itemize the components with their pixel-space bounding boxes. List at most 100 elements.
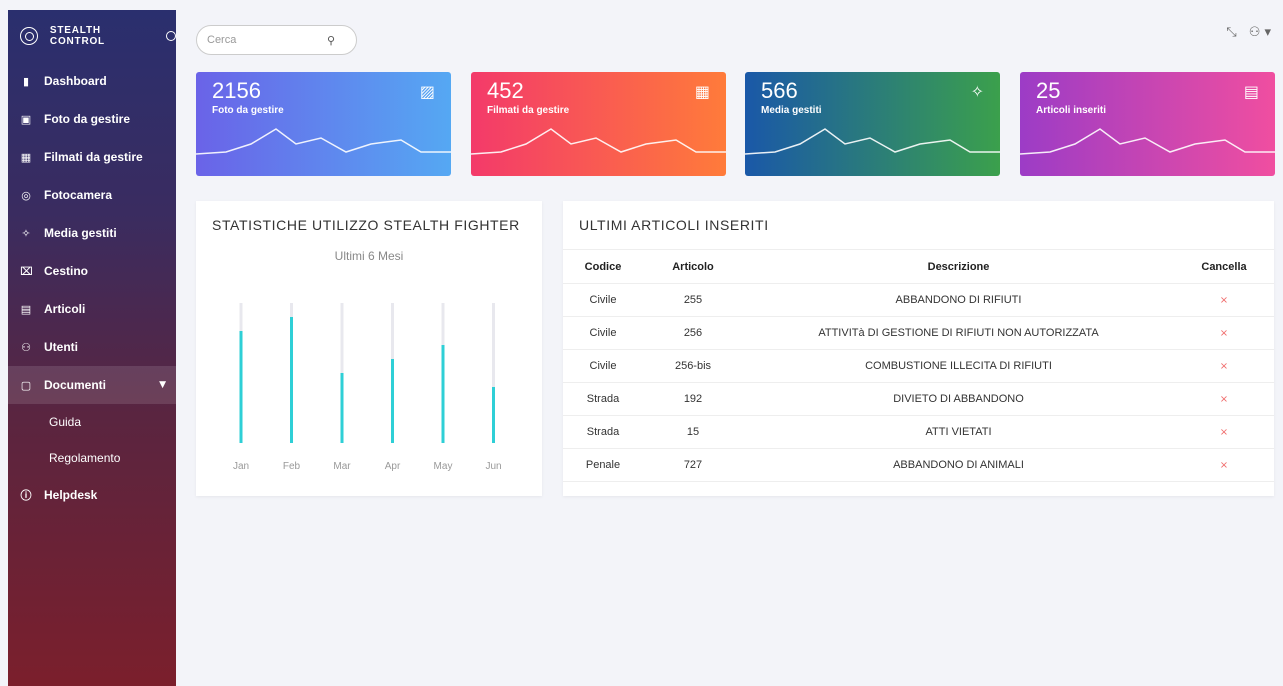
table-row[interactable]: Civile 255 ABBANDONO DI RIFIUTI × xyxy=(563,283,1274,317)
brand-logo-icon xyxy=(20,27,38,45)
wand-icon: ✧ xyxy=(970,82,984,101)
sidebar: STEALTH CONTROL ▮ Dashboard ▣ Foto da ge… xyxy=(8,10,176,686)
sidebar-item-label: Helpdesk xyxy=(44,488,98,502)
sidebar-item-foto[interactable]: ▣ Foto da gestire xyxy=(8,100,176,138)
table-row[interactable]: Strada 192 DIVIETO DI ABBANDONO × xyxy=(563,382,1274,416)
sparkline xyxy=(745,128,1000,155)
search-input[interactable] xyxy=(197,34,327,46)
table-row[interactable]: Penale 727 ABBANDONO DI ANIMALI × xyxy=(563,448,1274,482)
users-icon: ⚇ xyxy=(21,340,31,354)
delete-icon[interactable]: × xyxy=(1220,394,1228,405)
cell-descrizione: ABBANDONO DI RIFIUTI xyxy=(743,283,1174,317)
sidebar-toggle-icon[interactable] xyxy=(166,31,176,41)
stat-label: Articoli inseriti xyxy=(1036,105,1107,116)
cell-articolo: 727 xyxy=(643,448,743,482)
stats-panel-title: STATISTICHE UTILIZZO STEALTH FIGHTER xyxy=(212,217,520,233)
sidebar-item-media[interactable]: ✧ Media gestiti xyxy=(8,214,176,252)
cell-codice: Civile xyxy=(563,283,643,317)
user-icon[interactable]: ⚇ ▾ xyxy=(1249,25,1271,40)
x-tick-label: Jan xyxy=(233,461,249,472)
info-icon: ⓘ xyxy=(20,489,32,502)
sidebar-item-label: Documenti xyxy=(44,378,107,392)
table-row[interactable]: Strada 15 ATTI VIETATI × xyxy=(563,415,1274,449)
delete-icon[interactable]: × xyxy=(1220,295,1228,306)
cell-codice: Penale xyxy=(563,448,643,482)
search-box: ⚲ xyxy=(196,25,357,55)
sidebar-item-fotocamera[interactable]: ◎ Fotocamera xyxy=(8,176,176,214)
column-header[interactable]: Cancella xyxy=(1174,249,1274,284)
table-row[interactable]: Civile 256 ATTIVITà DI GESTIONE DI RIFIU… xyxy=(563,316,1274,350)
delete-icon[interactable]: × xyxy=(1220,427,1228,438)
delete-icon[interactable]: × xyxy=(1220,460,1228,471)
top-right-actions: ⤡ ⚇ ▾ xyxy=(1226,25,1271,40)
articles-panel-title: ULTIMI ARTICOLI INSERITI xyxy=(579,217,769,233)
trash-icon: ⌧ xyxy=(20,264,33,278)
stat-card-media[interactable]: 566 Media gestiti ✧ xyxy=(745,72,1000,176)
document-icon: ▤ xyxy=(20,302,32,316)
cell-descrizione: ABBANDONO DI ANIMALI xyxy=(743,448,1174,482)
sidebar-item-label: Media gestiti xyxy=(44,226,117,240)
camera-icon: ◎ xyxy=(21,188,31,202)
chart-icon: ▮ xyxy=(22,74,30,88)
stat-value: 566 xyxy=(761,78,798,103)
film-icon: ▦ xyxy=(694,82,710,101)
cell-articolo: 256-bis xyxy=(643,349,743,383)
image-icon: ▨ xyxy=(419,82,435,101)
image-icon: ▣ xyxy=(20,112,32,126)
stat-value: 2156 xyxy=(212,78,261,103)
column-header[interactable]: Articolo xyxy=(643,249,743,284)
stat-label: Foto da gestire xyxy=(212,105,284,116)
brand-name: STEALTH CONTROL xyxy=(49,25,105,47)
chevron-down-icon: ▼ xyxy=(159,380,166,390)
brand[interactable]: STEALTH CONTROL xyxy=(8,10,176,62)
cell-codice: Civile xyxy=(563,349,643,383)
column-header[interactable]: Descrizione xyxy=(743,249,1174,284)
stat-card-articoli[interactable]: 25 Articoli inseriti ▤ xyxy=(1020,72,1275,176)
x-tick-label: Mar xyxy=(333,461,351,472)
bar-chart: Jan Feb Mar Apr May Jun xyxy=(233,303,502,472)
film-icon: ▦ xyxy=(20,150,32,164)
stat-value: 452 xyxy=(487,78,524,103)
stat-card-filmati[interactable]: 452 Filmati da gestire ▦ xyxy=(471,72,726,176)
sparkline xyxy=(196,128,451,155)
sidebar-item-documenti[interactable]: ▢ Documenti ▼ xyxy=(8,366,176,404)
wand-icon: ✧ xyxy=(21,226,31,240)
delete-icon[interactable]: × xyxy=(1220,361,1228,372)
cell-descrizione: DIVIETO DI ABBANDONO xyxy=(743,382,1174,416)
cell-descrizione: ATTI VIETATI xyxy=(743,415,1174,449)
stats-panel: STATISTICHE UTILIZZO STEALTH FIGHTER Ult… xyxy=(196,201,542,496)
stat-label: Filmati da gestire xyxy=(487,105,570,116)
stats-panel-subtitle: Ultimi 6 Mesi xyxy=(334,249,404,263)
search-icon[interactable]: ⚲ xyxy=(327,34,335,47)
table-row[interactable]: Civile 256-bis COMBUSTIONE ILLECITA DI R… xyxy=(563,349,1274,383)
x-tick-label: Feb xyxy=(283,461,301,472)
sidebar-item-dashboard[interactable]: ▮ Dashboard xyxy=(8,62,176,100)
cell-codice: Civile xyxy=(563,316,643,350)
stat-card-foto[interactable]: 2156 Foto da gestire ▨ xyxy=(196,72,451,176)
folder-icon: ▢ xyxy=(20,378,32,392)
column-header[interactable]: Codice xyxy=(563,249,643,284)
sidebar-item-utenti[interactable]: ⚇ Utenti xyxy=(8,328,176,366)
cell-articolo: 256 xyxy=(643,316,743,350)
articles-table: Codice Articolo Descrizione Cancella Civ… xyxy=(563,249,1274,482)
sidebar-item-label: Dashboard xyxy=(44,74,107,88)
x-tick-label: Jun xyxy=(485,461,501,472)
document-icon: ▤ xyxy=(1243,82,1259,101)
sidebar-item-articoli[interactable]: ▤ Articoli xyxy=(8,290,176,328)
sidebar-item-label: Filmati da gestire xyxy=(44,150,143,164)
sidebar-subitem-guida[interactable]: Guida xyxy=(8,404,176,440)
sidebar-item-cestino[interactable]: ⌧ Cestino xyxy=(8,252,176,290)
cell-articolo: 255 xyxy=(643,283,743,317)
collapse-icon[interactable]: ⤡ xyxy=(1226,25,1236,40)
cell-codice: Strada xyxy=(563,415,643,449)
sidebar-item-label: Cestino xyxy=(44,264,89,278)
delete-icon[interactable]: × xyxy=(1220,328,1228,339)
x-tick-label: Apr xyxy=(385,461,401,472)
sidebar-subitem-regolamento[interactable]: Regolamento xyxy=(8,440,176,476)
sidebar-item-filmati[interactable]: ▦ Filmati da gestire xyxy=(8,138,176,176)
cell-articolo: 15 xyxy=(643,415,743,449)
cell-articolo: 192 xyxy=(643,382,743,416)
cell-descrizione: COMBUSTIONE ILLECITA DI RIFIUTI xyxy=(743,349,1174,383)
sidebar-item-helpdesk[interactable]: ⓘ Helpdesk xyxy=(8,476,176,514)
stat-label: Media gestiti xyxy=(761,105,822,116)
